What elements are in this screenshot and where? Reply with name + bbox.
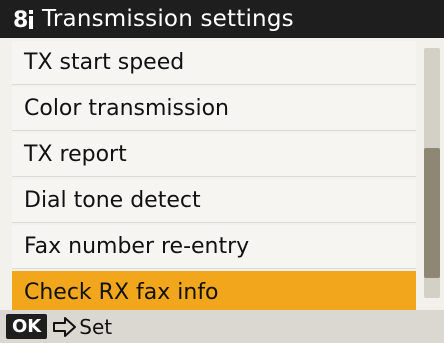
- scrollbar[interactable]: [424, 48, 440, 298]
- fax-settings-screen: 8 Transmission settings TX start speed C…: [0, 0, 444, 343]
- menu-item-fax-number-re-entry[interactable]: Fax number re-entry: [12, 225, 416, 269]
- menu-item-label: Color transmission: [24, 96, 229, 121]
- ok-button[interactable]: OK: [6, 314, 48, 339]
- menu-item-check-rx-fax-info[interactable]: Check RX fax info: [12, 271, 416, 315]
- menu-item-dial-tone-detect[interactable]: Dial tone detect: [12, 179, 416, 223]
- svg-text:8: 8: [13, 8, 28, 33]
- menu-item-label: TX start speed: [24, 50, 185, 75]
- settings-menu-icon: 8: [12, 4, 38, 34]
- menu-item-tx-start-speed[interactable]: TX start speed: [12, 41, 416, 85]
- menu-item-label: TX report: [24, 142, 127, 167]
- menu-item-label: Dial tone detect: [24, 188, 201, 213]
- page-title: Transmission settings: [42, 6, 294, 32]
- scroll-thumb[interactable]: [424, 148, 440, 278]
- menu-item-label: Fax number re-entry: [24, 234, 250, 259]
- arrow-right-icon: [53, 316, 77, 337]
- footer-hint-bar: OK Set: [0, 310, 444, 343]
- title-bar: 8 Transmission settings: [0, 0, 444, 38]
- menu-item-label: Check RX fax info: [24, 280, 219, 305]
- menu-item-tx-report[interactable]: TX report: [12, 133, 416, 177]
- settings-menu-list: TX start speed Color transmission TX rep…: [12, 41, 416, 317]
- menu-item-color-transmission[interactable]: Color transmission: [12, 87, 416, 131]
- set-label: Set: [79, 314, 113, 339]
